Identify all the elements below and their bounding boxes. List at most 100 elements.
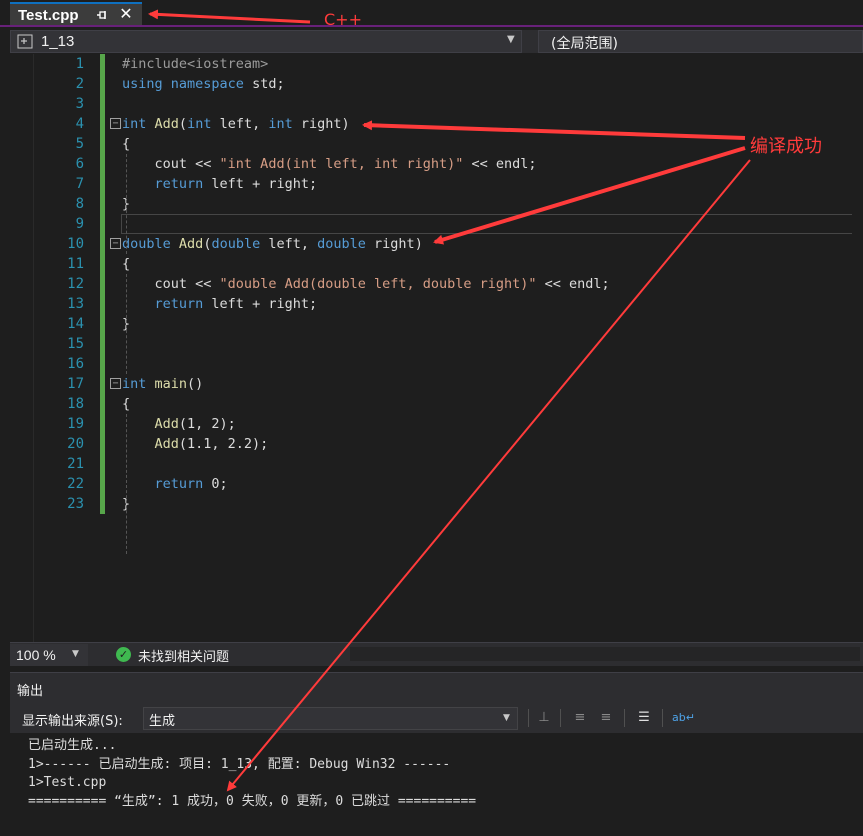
annotation-cpp-label: C++ [324,10,362,29]
keyword: int [268,116,293,132]
project-scope-dropdown[interactable]: 1_13 ▼ [10,30,522,53]
code-line-21[interactable] [122,454,862,474]
project-icon [17,34,33,49]
find-message-icon[interactable]: ⊥ [534,709,554,727]
code-text: << endl; [536,276,610,292]
collapse-icon[interactable]: − [110,118,121,129]
output-line: 已启动生成... [28,738,117,753]
code-text: { [122,396,131,412]
keyword: namespace [170,76,244,92]
line-number: 22 [67,476,84,492]
line-number: 12 [67,276,84,292]
close-icon[interactable]: ✕ [118,6,134,22]
code-line-14[interactable]: } [122,314,862,334]
code-line-17[interactable]: − int main() [110,374,862,394]
next-message-icon[interactable]: ≡ [596,709,616,727]
code-line-15[interactable] [122,334,862,354]
include-directive: #include<iostream> [122,56,269,72]
previous-message-icon[interactable]: ≡ [570,709,590,727]
code-text: left, [211,116,269,132]
keyword: int [187,116,212,132]
issues-status[interactable]: 未找到相关问题 [138,646,229,665]
code-text: << endl; [463,156,537,172]
zoom-dropdown[interactable]: 100 % ▼ [10,644,88,666]
indent-guide [126,274,127,374]
indent-guide [126,414,127,554]
keyword: using [122,76,163,92]
chevron-down-icon: ▼ [72,649,79,659]
chevron-down-icon: ▼ [503,713,510,723]
string-literal: "int Add(int left, int right)" [219,156,464,172]
code-line-12[interactable]: cout << "double Add(double left, double … [122,274,862,294]
keyword: return [154,176,204,192]
current-line-9[interactable] [121,214,862,234]
change-tracking-bar [100,54,105,514]
tab-test-cpp[interactable]: Test.cpp ✕ [10,2,142,27]
line-number: 1 [75,56,84,72]
code-line-22[interactable]: return 0; [122,474,862,494]
code-line-7[interactable]: return left + right; [122,174,862,194]
code-line-11[interactable]: { [122,254,862,274]
word-wrap-icon[interactable]: ab↵ [672,709,695,727]
toolbar-separator [662,709,663,727]
line-number: 4 [75,116,84,132]
line-number: 14 [67,316,84,332]
code-text: () [187,376,204,392]
output-text[interactable]: 已启动生成... 1>------ 已启动生成: 项目: 1_13, 配置: De… [28,737,858,811]
output-source-value: 生成 [149,714,176,729]
function-name: Add [154,436,179,452]
line-number: 2 [75,76,84,92]
code-line-19[interactable]: Add(1, 2); [122,414,862,434]
code-line-4[interactable]: − int Add(int left, int right) [110,114,862,134]
code-text: right) [292,116,350,132]
global-scope-dropdown[interactable]: (全局范围) [538,30,863,53]
navigation-bar: 1_13 ▼ (全局范围) [10,30,863,53]
collapse-icon[interactable]: − [110,238,121,249]
horizontal-scrollbar[interactable] [350,647,860,661]
code-text: left + right; [203,296,318,312]
output-source-dropdown[interactable]: 生成 ▼ [143,707,518,730]
line-number: 18 [67,396,84,412]
line-number: 9 [75,216,84,232]
code-line-13[interactable]: return left + right; [122,294,862,314]
line-number: 19 [67,416,84,432]
chevron-down-icon: ▼ [507,34,515,45]
code-lines[interactable]: #include<iostream> using namespace std; … [110,54,862,514]
line-number: 8 [75,196,84,212]
code-line-2[interactable]: using namespace std; [122,74,862,94]
code-line-16[interactable] [122,354,862,374]
output-toolbar: 显示输出来源(S): 生成 ▼ ⊥ ≡ ≡ ☰ ab↵ [10,703,863,733]
code-line-10[interactable]: − double Add(double left, double right) [110,234,862,254]
vertical-scrollbar[interactable] [852,54,863,642]
global-scope-text: (全局范围) [551,36,618,52]
pin-icon[interactable] [95,8,109,22]
line-number: 3 [75,96,84,112]
code-text: cout << [154,276,220,292]
keyword: return [154,296,204,312]
output-source-label: 显示输出来源(S): [22,714,123,729]
line-number: 16 [67,356,84,372]
code-text: left, [260,236,318,252]
tab-title: Test.cpp [18,7,79,24]
code-text: ( [178,116,188,132]
code-editor[interactable]: 1 2 3 4 5 6 7 8 9 10 11 12 13 14 15 16 17 18 19 20 21 22 23 #i… [10,54,863,642]
code-line-18[interactable]: { [122,394,862,414]
code-line-23[interactable]: } [122,494,862,514]
tab-underline [0,25,863,27]
code-line-20[interactable]: Add(1.1, 2.2); [122,434,862,454]
code-text: (1, 2); [178,416,236,432]
line-number: 7 [75,176,84,192]
keyword: double [211,236,261,252]
line-number: 20 [67,436,84,452]
editor-status-bar: 100 % ▼ ✓ 未找到相关问题 [10,642,863,666]
code-line-1[interactable]: #include<iostream> [122,54,862,74]
code-line-8[interactable]: } [122,194,862,214]
toolbar-separator [560,709,561,727]
output-line: 1>------ 已启动生成: 项目: 1_13, 配置: Debug Win3… [28,756,451,772]
output-header: 输出 [10,673,863,703]
clear-all-icon[interactable]: ☰ [634,709,654,727]
code-line-3[interactable] [122,94,862,114]
zoom-level: 100 % [16,647,56,663]
collapse-icon[interactable]: − [110,378,121,389]
line-number: 11 [67,256,84,272]
